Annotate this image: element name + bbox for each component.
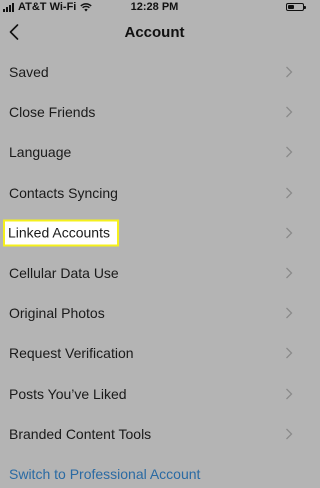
- menu-item-label: Close Friends: [9, 104, 96, 121]
- page-title: Account: [124, 24, 185, 41]
- chevron-right-icon: [286, 388, 293, 400]
- menu-item-label: Linked Accounts: [3, 219, 119, 247]
- menu-item-label: Contacts Syncing: [9, 184, 118, 201]
- menu-item-label: Request Verification: [9, 345, 134, 362]
- menu-item-request-verification[interactable]: Request Verification: [0, 333, 309, 373]
- menu-item-close-friends[interactable]: Close Friends: [0, 92, 309, 132]
- menu-item-label: Saved: [9, 64, 49, 81]
- menu-item-contacts-syncing[interactable]: Contacts Syncing: [0, 173, 309, 213]
- chevron-right-icon: [286, 187, 293, 199]
- menu-item-label: Language: [9, 144, 72, 161]
- menu-item-label: Cellular Data Use: [9, 265, 119, 282]
- menu-item-original-photos[interactable]: Original Photos: [0, 293, 309, 333]
- chevron-right-icon: [286, 307, 293, 319]
- menu-item-saved[interactable]: Saved: [0, 52, 309, 92]
- menu-item-linked-accounts[interactable]: Linked Accounts: [0, 213, 309, 253]
- chevron-right-icon: [286, 66, 293, 78]
- chevron-right-icon: [286, 227, 293, 239]
- chevron-right-icon: [286, 106, 293, 118]
- menu-item-branded-content-tools[interactable]: Branded Content Tools: [0, 414, 309, 454]
- header: Account: [0, 14, 309, 50]
- status-bar: AT&T Wi-Fi 12:28 PM: [0, 0, 309, 14]
- menu-item-label: Branded Content Tools: [9, 425, 152, 442]
- menu-item-cellular-data-use[interactable]: Cellular Data Use: [0, 253, 309, 293]
- chevron-right-icon: [286, 267, 293, 279]
- account-menu: Saved Close Friends Language Contacts Sy…: [0, 52, 309, 454]
- menu-item-label: Original Photos: [9, 305, 105, 322]
- status-time: 12:28 PM: [130, 1, 179, 13]
- menu-item-label: Posts You’ve Liked: [9, 385, 127, 402]
- battery-icon: [286, 3, 306, 11]
- chevron-right-icon: [286, 347, 293, 359]
- menu-item-posts-youve-liked[interactable]: Posts You’ve Liked: [0, 374, 309, 414]
- menu-item-language[interactable]: Language: [0, 132, 309, 172]
- switch-to-professional-link[interactable]: Switch to Professional Account: [9, 466, 200, 482]
- chevron-right-icon: [286, 147, 293, 158]
- chevron-right-icon: [286, 428, 293, 440]
